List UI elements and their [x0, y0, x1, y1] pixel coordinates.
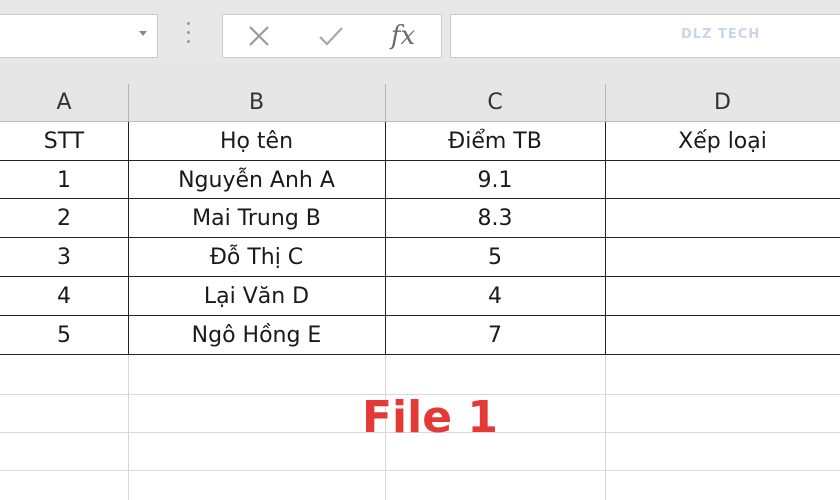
table-cell[interactable]: 8.3 [385, 199, 605, 237]
column-separator[interactable] [605, 84, 606, 122]
check-icon[interactable] [311, 21, 351, 51]
caption-label: File 1 [362, 392, 498, 443]
column-header-a[interactable]: A [0, 62, 128, 122]
column-header-b[interactable]: B [128, 62, 385, 122]
table-cell[interactable]: 2 [0, 199, 128, 237]
column-header-c[interactable]: C [385, 62, 605, 122]
table-border [0, 354, 840, 355]
table-cell[interactable]: Lại Văn D [128, 277, 385, 315]
cell-a2[interactable]: STT [0, 122, 128, 160]
column-separator[interactable] [128, 84, 129, 122]
table-cell[interactable] [605, 161, 840, 199]
gridline [0, 470, 840, 471]
table-cell[interactable]: 5 [385, 238, 605, 276]
chevron-down-icon[interactable] [139, 31, 147, 36]
cell-b2[interactable]: Họ tên [128, 122, 385, 160]
table-cell[interactable] [605, 199, 840, 237]
table-cell[interactable]: 3 [0, 238, 128, 276]
watermark-logo: DLZ TECH [681, 27, 761, 42]
table-cell[interactable]: 5 [0, 316, 128, 354]
table-cell[interactable]: Ngô Hồng E [128, 316, 385, 354]
formula-buttons: fx [222, 14, 442, 58]
cell-c2[interactable]: Điểm TB [385, 122, 605, 160]
table-cell[interactable] [605, 277, 840, 315]
table-cell[interactable]: 9.1 [385, 161, 605, 199]
formula-input[interactable]: DLZ TECH [450, 14, 840, 58]
column-header-d[interactable]: D [605, 62, 840, 122]
table-cell[interactable]: Mai Trung B [128, 199, 385, 237]
table-cell[interactable]: 7 [385, 316, 605, 354]
name-box[interactable] [0, 14, 158, 58]
cell-d2[interactable]: Xếp loại [605, 122, 840, 160]
column-separator[interactable] [385, 84, 386, 122]
table-cell[interactable]: 1 [0, 161, 128, 199]
table-cell[interactable]: Nguyễn Anh A [128, 161, 385, 199]
close-icon[interactable] [239, 21, 279, 51]
table-cell[interactable] [605, 316, 840, 354]
fx-icon[interactable]: fx [383, 21, 423, 51]
formula-bar: fx DLZ TECH [0, 0, 840, 62]
table-cell[interactable] [605, 238, 840, 276]
table-cell[interactable]: 4 [385, 277, 605, 315]
drag-handle-icon[interactable] [183, 22, 193, 50]
table-cell[interactable]: 4 [0, 277, 128, 315]
table-cell[interactable]: Đỗ Thị C [128, 238, 385, 276]
